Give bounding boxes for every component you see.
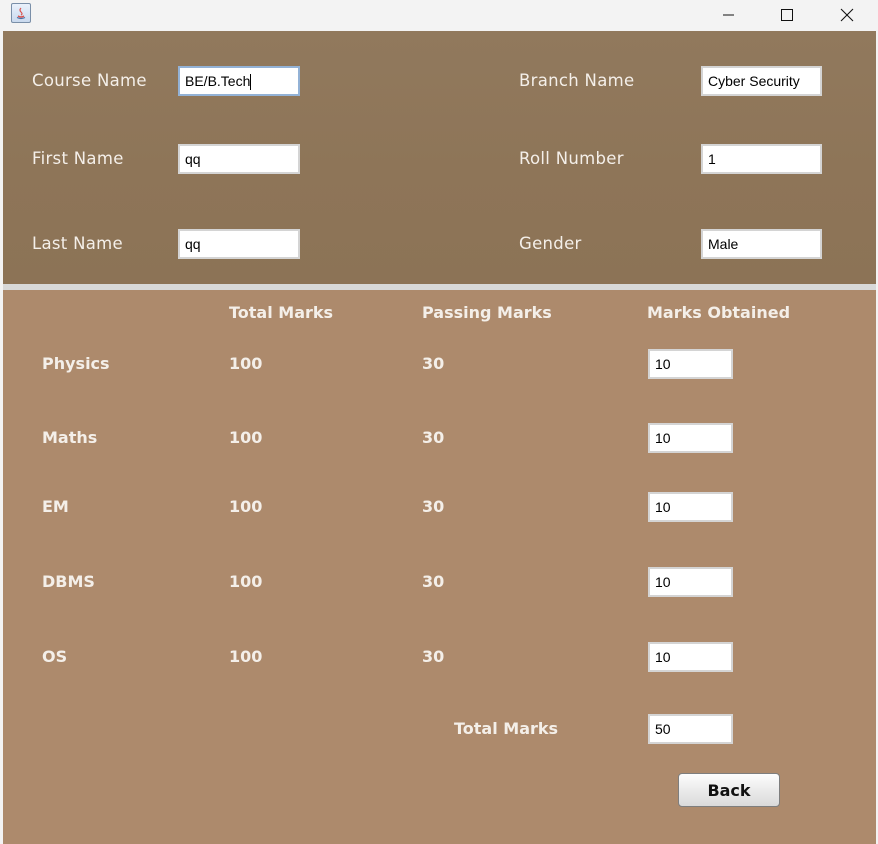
subject-total-marks: 100 [229,647,263,666]
window-titlebar [0,0,878,31]
os-marks-field[interactable]: 10 [648,642,733,672]
course-name-value: BE/B.Tech [185,73,251,89]
first-name-label: First Name [32,149,124,168]
header-passing-marks: Passing Marks [422,303,552,322]
subject-passing-marks: 30 [422,647,445,666]
close-icon [840,8,854,22]
subject-passing-marks: 30 [422,572,445,591]
minimize-button[interactable] [700,0,758,30]
minimize-icon [723,14,734,16]
total-marks-field[interactable]: 50 [648,714,733,744]
header-total-marks: Total Marks [229,303,334,322]
maximize-icon [781,9,793,21]
course-name-field[interactable]: BE/B.Tech [178,66,300,96]
maximize-button[interactable] [758,0,816,30]
dbms-marks-field[interactable]: 10 [648,567,733,597]
window-content: Course Name BE/B.Tech Branch Name Cyber … [3,31,876,844]
subject-total-marks: 100 [229,354,263,373]
course-name-label: Course Name [32,71,147,90]
subject-name: EM [42,497,69,516]
subject-name: OS [42,647,68,666]
roll-number-label: Roll Number [519,149,624,168]
maths-marks-field[interactable]: 10 [648,423,733,453]
subject-passing-marks: 30 [422,428,445,447]
subject-total-marks: 100 [229,497,263,516]
em-marks-field[interactable]: 10 [648,492,733,522]
subject-name: Maths [42,428,98,447]
branch-name-label: Branch Name [519,71,635,90]
marks-panel: Total Marks Passing Marks Marks Obtained… [3,290,876,844]
first-name-field[interactable]: qq [178,144,300,174]
branch-name-field[interactable]: Cyber Security [701,66,822,96]
java-app-icon [11,3,31,23]
text-caret [250,74,252,91]
subject-name: Physics [42,354,110,373]
total-marks-label: Total Marks [454,719,559,738]
gender-label: Gender [519,234,582,253]
subject-name: DBMS [42,572,95,591]
back-button[interactable]: Back [678,773,780,807]
last-name-field[interactable]: qq [178,229,300,259]
header-marks-obtained: Marks Obtained [647,303,791,322]
gender-field[interactable]: Male [701,229,822,259]
student-details-panel: Course Name BE/B.Tech Branch Name Cyber … [3,31,876,284]
subject-passing-marks: 30 [422,497,445,516]
subject-passing-marks: 30 [422,354,445,373]
subject-total-marks: 100 [229,572,263,591]
roll-number-field[interactable]: 1 [701,144,822,174]
subject-total-marks: 100 [229,428,263,447]
physics-marks-field[interactable]: 10 [648,349,733,379]
close-button[interactable] [818,0,876,30]
last-name-label: Last Name [32,234,123,253]
